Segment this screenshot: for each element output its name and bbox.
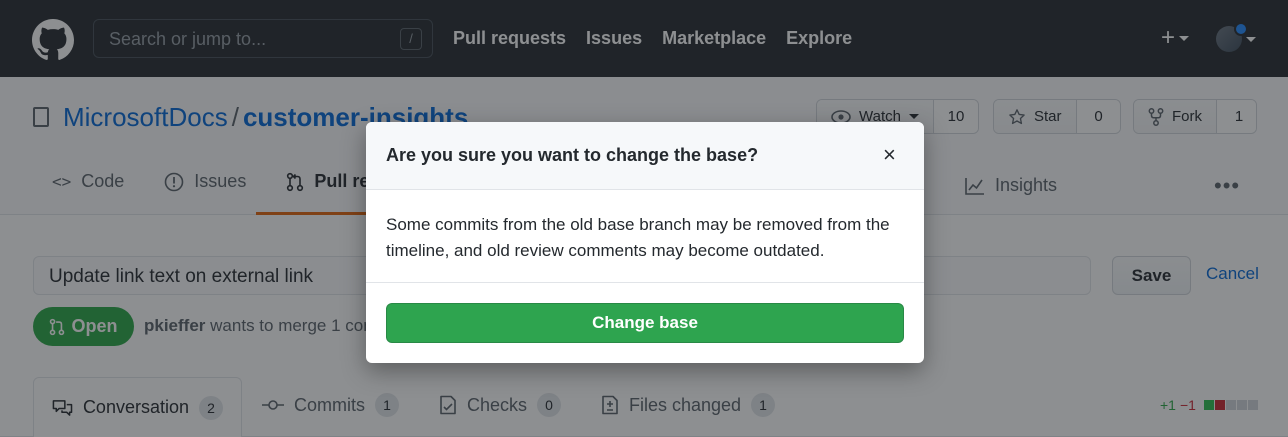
dialog-title: Are you sure you want to change the base… (386, 145, 759, 165)
dialog-header: Are you sure you want to change the base… (366, 122, 924, 190)
dialog-divider (366, 282, 924, 283)
change-base-button[interactable]: Change base (386, 303, 904, 343)
dialog-body: Some commits from the old base branch ma… (386, 215, 890, 260)
close-icon[interactable]: × (883, 144, 896, 166)
change-base-dialog: Are you sure you want to change the base… (366, 122, 924, 363)
